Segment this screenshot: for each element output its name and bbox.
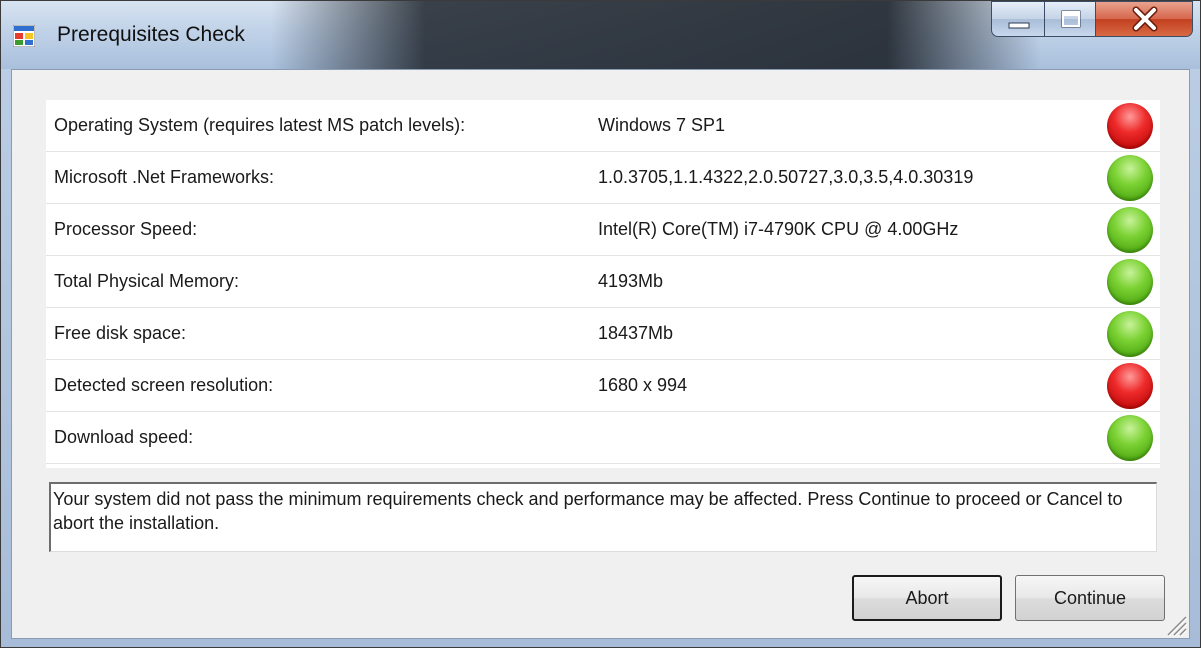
check-row-download-speed: Download speed: [46,412,1160,464]
fail-status-icon [1107,103,1153,149]
check-value: 1680 x 994 [598,375,688,395]
check-value: 1.0.3705,1.1.4322,2.0.50727,3.0,3.5,4.0.… [598,167,974,187]
check-value: Intel(R) Core(TM) i7-4790K CPU @ 4.00GHz [598,219,959,239]
app-window-icon [13,25,35,47]
result-message[interactable]: Your system did not pass the minimum req… [49,482,1157,552]
close-icon [1132,6,1158,32]
check-label: Processor Speed: [54,219,198,239]
continue-button[interactable]: Continue [1015,575,1165,621]
window-title: Prerequisites Check [57,23,245,46]
minimize-button[interactable] [991,1,1045,37]
pass-status-icon [1107,207,1153,253]
check-label: Microsoft .Net Frameworks: [54,167,275,187]
check-row-physical-memory: Total Physical Memory: 4193Mb [46,256,1160,308]
resize-grip-icon[interactable] [1165,614,1187,636]
pass-status-icon [1107,415,1153,461]
check-row-net-frameworks: Microsoft .Net Frameworks: 1.0.3705,1.1.… [46,152,1160,204]
title-bar[interactable]: Prerequisites Check [1,1,1200,69]
maximize-icon [1061,10,1081,28]
check-value: 18437Mb [598,323,674,343]
prerequisites-window: Prerequisites Check Operating System (re… [0,0,1201,648]
pass-status-icon [1107,155,1153,201]
check-label: Total Physical Memory: [54,271,240,291]
dialog-content: Operating System (requires latest MS pat… [11,69,1190,639]
check-row-processor-speed: Processor Speed: Intel(R) Core(TM) i7-47… [46,204,1160,256]
check-row-operating-system: Operating System (requires latest MS pat… [46,100,1160,152]
abort-button[interactable]: Abort [852,575,1002,621]
maximize-button[interactable] [1044,1,1096,37]
check-value: 4193Mb [598,271,664,291]
check-row-free-disk-space: Free disk space: 18437Mb [46,308,1160,360]
check-label: Download speed: [54,427,194,447]
check-label: Operating System (requires latest MS pat… [54,115,466,135]
fail-status-icon [1107,363,1153,409]
check-label: Detected screen resolution: [54,375,274,395]
check-label: Free disk space: [54,323,187,343]
close-button[interactable] [1095,1,1193,37]
minimize-icon [1008,22,1030,29]
pass-status-icon [1107,259,1153,305]
pass-status-icon [1107,311,1153,357]
check-row-screen-resolution: Detected screen resolution: 1680 x 994 [46,360,1160,412]
prerequisites-list: Operating System (requires latest MS pat… [46,100,1160,468]
check-value: Windows 7 SP1 [598,115,726,135]
